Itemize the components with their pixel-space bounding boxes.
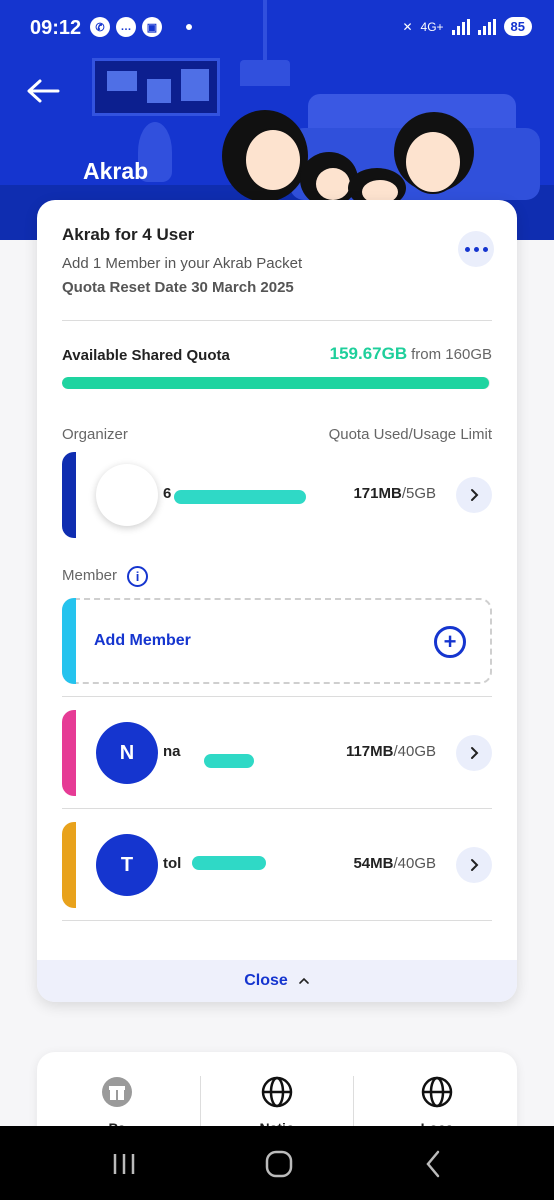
- person-face-4-illustration: [404, 130, 462, 194]
- organizer-detail-button[interactable]: [456, 477, 492, 513]
- member-accent: [62, 710, 76, 796]
- member-usage: 54MB/40GB: [353, 855, 436, 872]
- status-time: 09:12: [30, 17, 82, 39]
- person-face-2-illustration: [314, 166, 352, 202]
- package-card: Akrab for 4 User Add 1 Member in your Ak…: [37, 200, 517, 1002]
- info-icon[interactable]: i: [127, 566, 148, 587]
- shared-quota-label: Available Shared Quota: [62, 347, 230, 364]
- network-type: 4G+: [420, 19, 444, 34]
- shared-quota-value: 159.67GB from 160GB: [330, 344, 492, 364]
- member-name: na: [163, 743, 181, 760]
- wall-frame-illustration: [92, 58, 220, 116]
- member-usage: 117MB/40GB: [346, 743, 436, 760]
- whatsapp-icon: ✆: [90, 17, 110, 37]
- quota-progress-bar: [62, 377, 490, 389]
- notification-icons: ✆ … ▣: [90, 17, 192, 37]
- organizer-row[interactable]: 6 171MB/5GB: [62, 452, 492, 538]
- signal-2-icon: [477, 18, 496, 35]
- quota-progress-fill: [62, 377, 490, 389]
- recent-apps-icon[interactable]: [106, 1146, 142, 1182]
- divider: [62, 808, 492, 809]
- quota-total: from 160GB: [411, 346, 492, 363]
- dot-icon: [464, 246, 470, 252]
- battery-level: 85: [503, 17, 532, 36]
- quota-reset-date: Quota Reset Date 30 March 2025: [62, 279, 294, 296]
- person-face-1-illustration: [244, 128, 302, 192]
- add-member-accent: [62, 598, 76, 684]
- divider: [62, 320, 492, 321]
- back-arrow-icon[interactable]: [26, 78, 60, 104]
- package-subtitle: Add 1 Member in your Akrab Packet: [62, 255, 303, 272]
- chevron-up-icon: [298, 977, 309, 984]
- divider: [62, 696, 492, 697]
- chat-icon: …: [116, 17, 136, 37]
- home-icon[interactable]: [261, 1146, 297, 1182]
- quota-remaining: 159.67GB: [329, 344, 408, 363]
- member-limit: /40GB: [393, 855, 436, 872]
- add-member-label: Add Member: [94, 632, 191, 649]
- chevron-right-icon: [471, 489, 479, 501]
- back-nav-icon[interactable]: [416, 1146, 452, 1182]
- close-button[interactable]: Close: [37, 960, 517, 1002]
- plus-circle-icon[interactable]: +: [434, 626, 466, 658]
- member-limit: /40GB: [393, 743, 436, 760]
- organizer-number: 6: [163, 485, 172, 502]
- signal-icon: [451, 18, 470, 35]
- member-row[interactable]: N na 117MB/40GB: [62, 710, 492, 796]
- member-avatar: T: [96, 834, 158, 896]
- organizer-usage: 171MB/5GB: [353, 485, 436, 502]
- notification-dot-icon: [186, 24, 192, 30]
- member-used: 54MB: [353, 855, 394, 872]
- mute-icon: ✕: [402, 19, 413, 34]
- member-used: 117MB: [345, 743, 394, 760]
- add-member-button[interactable]: Add Member +: [62, 598, 492, 684]
- member-row[interactable]: T tol 54MB/40GB: [62, 822, 492, 908]
- gift-icon: [102, 1077, 132, 1107]
- page-title: Akrab: [83, 158, 149, 184]
- redaction-mark: [174, 490, 306, 504]
- lamp-illustration: [240, 60, 290, 86]
- dot-icon: [473, 246, 479, 252]
- member-avatar: N: [96, 722, 158, 784]
- organizer-label: Organizer: [62, 426, 128, 443]
- globe-icon: [261, 1076, 293, 1108]
- status-bar: 09:12 ✆ … ▣ ✕ 4G+ 85: [0, 0, 554, 58]
- more-options-button[interactable]: [458, 231, 494, 267]
- globe-icon: [421, 1076, 453, 1108]
- member-detail-button[interactable]: [456, 847, 492, 883]
- member-name: tol: [163, 855, 182, 872]
- organizer-accent: [62, 452, 76, 538]
- chevron-right-icon: [471, 859, 479, 871]
- chevron-right-icon: [471, 747, 479, 759]
- redaction-mark: [204, 754, 254, 768]
- redaction-mark: [192, 856, 266, 870]
- member-detail-button[interactable]: [456, 735, 492, 771]
- organizer-limit: /5GB: [401, 485, 436, 502]
- bag-icon: ▣: [142, 17, 162, 37]
- divider: [62, 920, 492, 921]
- close-label: Close: [244, 972, 288, 989]
- usage-limit-label: Quota Used/Usage Limit: [328, 426, 492, 443]
- member-accent: [62, 822, 76, 908]
- system-nav-bar: [0, 1126, 554, 1200]
- status-right-icons: ✕ 4G+ 85: [402, 17, 532, 36]
- organizer-avatar: [96, 464, 158, 526]
- package-title: Akrab for 4 User: [62, 225, 195, 244]
- member-label: Member: [62, 567, 118, 584]
- dot-icon: [482, 246, 488, 252]
- organizer-used: 171MB: [353, 485, 402, 502]
